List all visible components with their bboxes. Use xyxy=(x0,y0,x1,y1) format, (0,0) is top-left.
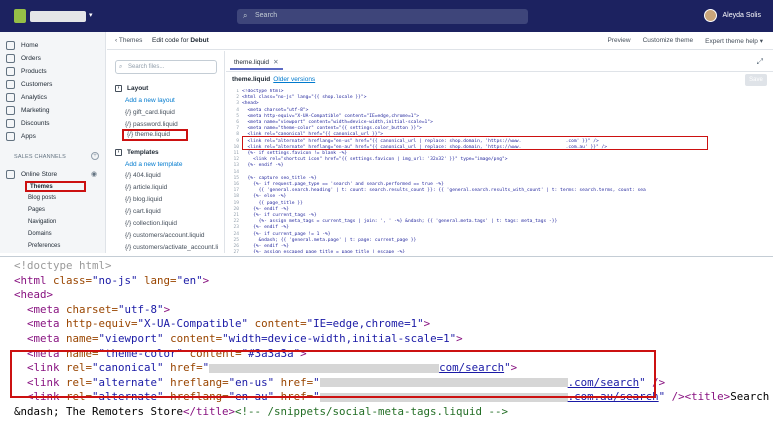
sales-channels-label: SALES CHANNELS xyxy=(14,154,67,160)
file-panel: ⌕ Search files... › Layout Add a new layou… xyxy=(107,51,225,253)
sidebar-item-home[interactable]: Home xyxy=(6,41,38,50)
sidebar-item-online-store[interactable]: Online Store xyxy=(6,170,57,179)
eye-icon[interactable]: ◉ xyxy=(91,170,97,178)
avatar xyxy=(704,9,718,22)
highlight-box xyxy=(10,350,656,398)
zoom-line-doctype: <!doctype html> xyxy=(14,259,112,272)
sidebar-subitem-pages[interactable]: Pages xyxy=(28,207,45,213)
add-layout-link[interactable]: Add a new layout xyxy=(125,97,175,104)
top-bar: ▾ ⌕ Search Aleyda Solis xyxy=(0,0,773,32)
file-collection[interactable]: {/} collection.liquid xyxy=(125,220,177,227)
file-blog[interactable]: {/} blog.liquid xyxy=(125,196,162,203)
apps-icon xyxy=(6,132,15,141)
preview-link[interactable]: Preview xyxy=(607,37,630,45)
marketing-icon xyxy=(6,106,15,115)
file-404[interactable]: {/} 404.liquid xyxy=(125,172,161,179)
file-customers-activate-account[interactable]: {/} customers/activate_account.li xyxy=(125,244,218,251)
highlight-box xyxy=(242,136,708,150)
search-input[interactable]: ⌕ Search xyxy=(237,9,528,24)
search-icon: ⌕ xyxy=(119,64,123,70)
sidebar-subitem-preferences[interactable]: Preferences xyxy=(28,243,60,249)
folder-layout[interactable]: › Layout xyxy=(115,85,148,92)
editor-header: ‹ Themes Edit code for Debut Preview Cus… xyxy=(107,32,773,50)
store-name-redacted[interactable] xyxy=(30,11,86,22)
search-icon: ⌕ xyxy=(243,11,248,20)
add-sales-channel-button[interactable]: + xyxy=(91,152,99,160)
sidebar-subitem-themes[interactable]: Themes xyxy=(25,181,86,192)
file-article[interactable]: {/} article.liquid xyxy=(125,184,167,191)
folder-templates[interactable]: › Templates xyxy=(115,149,159,156)
expert-help-link[interactable]: Expert theme help ▾ xyxy=(705,37,763,45)
zoom-line-meta-charset: <meta charset="utf-8"> xyxy=(27,302,171,316)
sidebar-item-discounts[interactable]: Discounts xyxy=(6,119,50,128)
zoom-line-html: <html class="no-js" lang="en"> xyxy=(14,273,210,287)
code-text[interactable]: 1 <!doctype html> 2 <html class="no-js" lan… xyxy=(230,89,770,253)
sidebar-subitem-domains[interactable]: Domains xyxy=(28,231,52,237)
sidebar-subitem-navigation[interactable]: Navigation xyxy=(28,219,56,225)
code-line-text: {%- assign meta_tags = current_tags | jo… xyxy=(242,219,558,225)
products-icon xyxy=(6,67,15,76)
zoom-line-title: &ndash; The Remoters Store</title><!-- /… xyxy=(14,404,509,418)
zoom-line-meta-viewport: <meta name="viewport" content="width=dev… xyxy=(27,331,463,345)
sidebar-item-marketing[interactable]: Marketing xyxy=(6,106,50,115)
file-gift-card[interactable]: {/} gift_card.liquid xyxy=(125,109,175,116)
file-search-input[interactable]: ⌕ Search files... xyxy=(115,60,217,74)
store-caret-icon[interactable]: ▾ xyxy=(89,11,93,19)
code-line[interactable]: 27 {%- assign escaped_page_title = page_… xyxy=(230,250,770,253)
file-title: theme.liquid Older versions xyxy=(232,76,316,83)
sidebar: Home Orders Products Customers Analytics… xyxy=(0,32,106,253)
code-line-text: {{ 'general.search.heading' | t: count: … xyxy=(242,188,646,194)
expand-icon[interactable]: ⤢ xyxy=(757,57,763,67)
home-icon xyxy=(6,41,15,50)
code-line-text: {%- assign escaped_page_title = page_tit… xyxy=(242,250,406,253)
user-menu[interactable]: Aleyda Solis xyxy=(704,9,761,22)
file-theme-liquid[interactable]: {/} theme.liquid xyxy=(122,129,188,141)
file-cart[interactable]: {/} cart.liquid xyxy=(125,208,161,215)
older-versions-link[interactable]: Older versions xyxy=(273,76,315,83)
sidebar-item-products[interactable]: Products xyxy=(6,67,47,76)
analytics-icon xyxy=(6,93,15,102)
sidebar-subitem-blog-posts[interactable]: Blog posts xyxy=(28,195,56,201)
orders-icon xyxy=(6,54,15,63)
add-template-link[interactable]: Add a new template xyxy=(125,161,182,168)
shopify-logo-icon[interactable] xyxy=(14,9,26,23)
sidebar-item-apps[interactable]: Apps xyxy=(6,132,36,141)
header-actions: Preview Customize theme Expert theme hel… xyxy=(607,37,763,45)
tab-divider xyxy=(226,71,773,72)
folder-icon: › xyxy=(115,85,122,92)
sidebar-item-customers[interactable]: Customers xyxy=(6,80,52,89)
customers-icon xyxy=(6,80,15,89)
save-button[interactable]: Save xyxy=(745,74,767,86)
customize-theme-link[interactable]: Customize theme xyxy=(643,37,694,45)
sidebar-item-orders[interactable]: Orders xyxy=(6,54,41,63)
close-tab-icon[interactable]: ✕ xyxy=(273,59,278,66)
file-password[interactable]: {/} password.liquid xyxy=(125,121,178,128)
section-divider xyxy=(0,256,773,257)
file-customers-account[interactable]: {/} customers/account.liquid xyxy=(125,232,205,239)
code-line-text: {%- endif -%} xyxy=(242,163,284,169)
discounts-icon xyxy=(6,119,15,128)
page-title: Edit code for Debut xyxy=(152,37,209,44)
user-name: Aleyda Solis xyxy=(722,12,761,19)
zoom-line-head: <head> xyxy=(14,288,54,302)
online-store-icon xyxy=(6,170,15,179)
line-number: 27 xyxy=(233,250,239,253)
folder-icon: › xyxy=(115,149,122,156)
code-editor: theme.liquid ✕ ⤢ theme.liquid Older versio… xyxy=(226,51,773,253)
sidebar-item-analytics[interactable]: Analytics xyxy=(6,93,47,102)
zoom-line-meta-ie: <meta http-equiv="X-UA-Compatible" conte… xyxy=(27,317,431,331)
search-placeholder: Search xyxy=(255,12,278,19)
code-line-text: <html class="no-js" lang="{{ shop.locale… xyxy=(242,95,367,101)
tab-theme-liquid[interactable]: theme.liquid ✕ xyxy=(230,55,283,70)
back-to-themes-link[interactable]: ‹ Themes xyxy=(115,37,142,44)
